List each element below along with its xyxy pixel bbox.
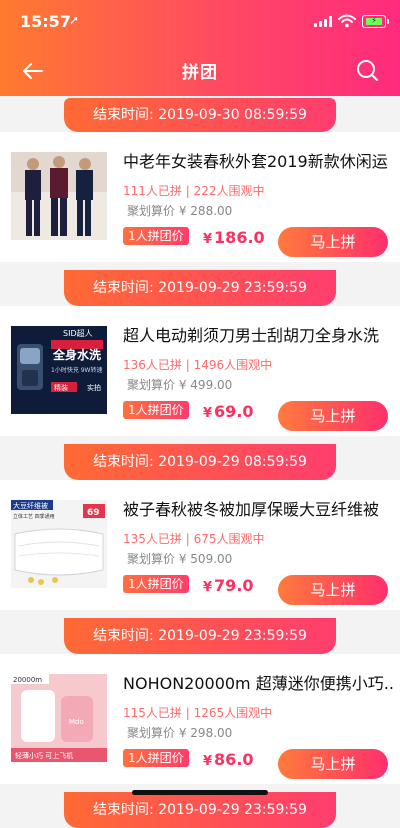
svg-text:精装: 精装	[54, 383, 68, 392]
end-time-banner: 结束时间: 2019-09-29 23:59:59	[64, 792, 336, 828]
product-image	[11, 152, 107, 240]
svg-text:实拍: 实拍	[87, 383, 101, 392]
home-indicator[interactable]	[132, 790, 268, 795]
svg-text:Mdo: Mdo	[69, 718, 84, 726]
group-price-badge: 1人拼团价	[123, 401, 189, 419]
location-arrow-icon: ➚	[69, 13, 80, 27]
image-text: SID超人	[63, 328, 93, 338]
end-time-banner: 结束时间: 2019-09-29 23:59:59	[64, 618, 336, 654]
product-image: 20000m Mdo 轻薄小巧 可上飞机	[11, 674, 107, 762]
status-bar: 15:57 ➚ ⚡	[0, 0, 400, 44]
deal-stats: 115人已拼 | 1265人围观中	[123, 706, 273, 720]
group-price: ¥186.0	[203, 228, 265, 247]
deal-stats: 135人已拼 | 675人围观中	[123, 532, 265, 546]
original-price: 聚划算价 ¥ 288.00	[127, 204, 233, 218]
group-price-badge: 1人拼团价	[123, 575, 189, 593]
product-title: 超人电动剃须刀男士刮胡刀全身水洗	[123, 326, 380, 345]
top-header: 15:57 ➚ ⚡ 拼团	[0, 0, 400, 96]
svg-text:69: 69	[87, 508, 100, 518]
group-price: ¥79.0	[203, 576, 254, 595]
deal-stats: 111人已拼 | 222人围观中	[123, 184, 265, 198]
status-icons: ⚡	[314, 14, 389, 28]
join-group-button[interactable]: 马上拼	[278, 227, 388, 257]
svg-text:轻薄小巧 可上飞机: 轻薄小巧 可上飞机	[15, 751, 73, 760]
deal-stats: 136人已拼 | 1496人围观中	[123, 358, 273, 372]
deal-card[interactable]: 中老年女装春秋外套2019新款休闲运 111人已拼 | 222人围观中 聚划算价…	[0, 132, 400, 262]
join-group-button[interactable]: 马上拼	[278, 401, 388, 431]
product-image: 大豆纤维被 立体工艺 四季通用 69	[11, 500, 107, 588]
signal-icon	[314, 15, 332, 27]
end-time-banner: 结束时间: 2019-09-30 08:59:59	[64, 98, 336, 132]
page-title: 拼团	[182, 63, 218, 83]
end-time-banner: 结束时间: 2019-09-29 23:59:59	[64, 270, 336, 306]
join-group-button[interactable]: 马上拼	[278, 575, 388, 605]
product-title: 被子春秋被冬被加厚保暖大豆纤维被	[123, 500, 380, 519]
group-deal-list: 结束时间: 2019-09-30 08:59:59 中老年女装春秋外套2019新…	[0, 96, 400, 828]
original-price: 聚划算价 ¥ 499.00	[127, 378, 233, 392]
product-title: 中老年女装春秋外套2019新款休闲运	[123, 152, 388, 171]
deal-card[interactable]: 大豆纤维被 立体工艺 四季通用 69 被子春秋被冬被加厚保暖大豆纤维被 135人…	[0, 480, 400, 610]
search-icon[interactable]	[354, 57, 380, 83]
group-price: ¥69.0	[203, 402, 254, 421]
original-price: 聚划算价 ¥ 509.00	[127, 552, 233, 566]
deal-card[interactable]: 20000m Mdo 轻薄小巧 可上飞机 NOHON20000m 超薄迷你便携小…	[0, 654, 400, 784]
svg-text:全身水洗: 全身水洗	[52, 347, 101, 362]
svg-text:大豆纤维被: 大豆纤维被	[13, 501, 48, 510]
svg-text:立体工艺 四季通用: 立体工艺 四季通用	[13, 513, 55, 520]
group-price-badge: 1人拼团价	[123, 749, 189, 767]
end-time-banner: 结束时间: 2019-09-29 08:59:59	[64, 444, 336, 480]
wifi-icon	[338, 14, 356, 28]
join-group-button[interactable]: 马上拼	[278, 749, 388, 779]
group-price: ¥86.0	[203, 750, 254, 769]
original-price: 聚划算价 ¥ 298.00	[127, 726, 233, 740]
svg-text:20000m: 20000m	[13, 676, 42, 684]
group-price-badge: 1人拼团价	[123, 227, 189, 245]
product-title: NOHON20000m 超薄迷你便携小巧...	[123, 674, 393, 693]
battery-icon: ⚡	[362, 14, 389, 28]
svg-text:1小时快充 9W转速: 1小时快充 9W转速	[51, 366, 102, 374]
product-image: SID超人 全身水洗 1小时快充 9W转速 精装 实拍	[11, 326, 107, 414]
status-time: 15:57	[20, 12, 71, 31]
deal-card[interactable]: SID超人 全身水洗 1小时快充 9W转速 精装 实拍 超人电动剃须刀男士刮胡刀…	[0, 306, 400, 436]
